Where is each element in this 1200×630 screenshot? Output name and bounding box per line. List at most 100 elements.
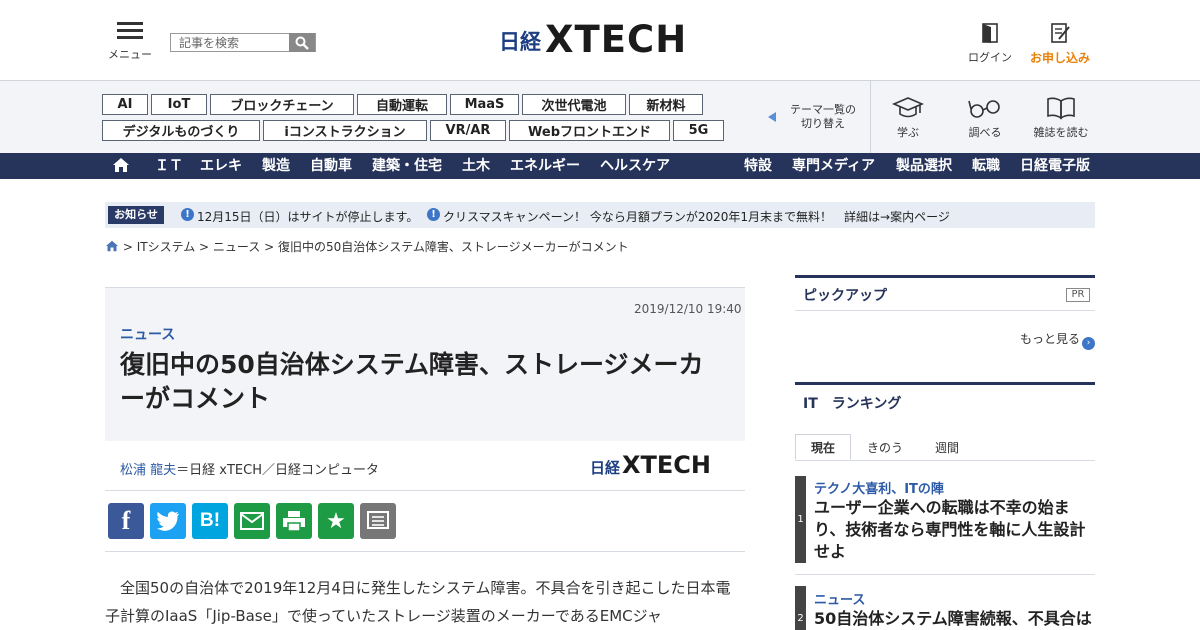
nav-energy[interactable]: エネルギー (510, 153, 580, 179)
magazine-button[interactable]: 雑誌を読む (1026, 96, 1096, 140)
article-category[interactable]: ニュース (120, 324, 175, 344)
research-button[interactable]: 調べる (950, 96, 1020, 140)
theme-tag-iot[interactable]: IoT (151, 94, 207, 115)
home-icon[interactable] (105, 240, 119, 252)
memo-icon (367, 511, 389, 529)
share-twitter-button[interactable] (150, 503, 186, 539)
theme-divider (870, 81, 871, 153)
theme-switch-line1: テーマ一覧の (790, 103, 856, 116)
theme-tag-vrar[interactable]: VR/AR (430, 120, 506, 141)
glasses-icon (968, 100, 1000, 118)
pickup-title: ピックアップ (803, 288, 887, 304)
share-divider (105, 551, 745, 552)
author-affiliation: ＝日経 xTECH／日経コンピュータ (176, 463, 379, 478)
theme-tag-maas[interactable]: MaaS (450, 94, 519, 115)
info-icon: ! (427, 208, 440, 221)
nav-home[interactable] (112, 153, 130, 179)
magazine-label: 雑誌を読む (1033, 126, 1089, 139)
nav-civil[interactable]: 土木 (462, 153, 490, 179)
ranking-category[interactable]: ニュース (814, 589, 865, 608)
more-link[interactable]: もっと見る › (1020, 330, 1096, 350)
facebook-icon: f (121, 506, 131, 535)
breadcrumb: > ITシステム > ニュース > 復旧中の50自治体システム障害、ストレージメ… (105, 238, 629, 255)
mail-icon (240, 512, 264, 530)
menu-button[interactable]: メニュー (108, 22, 152, 62)
nav-media[interactable]: 専門メディア (792, 153, 875, 179)
nav-special[interactable]: 特設 (744, 153, 772, 179)
ranking-title-link[interactable]: ユーザー企業への転職は不幸の始まり、技術者なら専門性を軸に人生設計せよ (814, 497, 1092, 563)
signup-button[interactable]: お申し込み (1028, 22, 1092, 66)
theme-tag-blockchain[interactable]: ブロックチェーン (210, 94, 354, 115)
article-title: 復旧中の50自治体システム障害、ストレージメーカーがコメント (120, 350, 704, 413)
article-date: 2019/12/10 19:40 (634, 302, 742, 316)
search-box (170, 33, 316, 52)
printer-icon (283, 511, 305, 532)
ranking-divider (795, 574, 1095, 575)
ranking-title: IT ランキング (803, 396, 902, 412)
ranking-category[interactable]: テクノ大喜利、ITの陣 (814, 478, 944, 497)
share-facebook-button[interactable]: f (108, 503, 144, 539)
form-edit-icon (1051, 23, 1070, 43)
learn-button[interactable]: 学ぶ (873, 96, 943, 140)
theme-tag-5g[interactable]: 5G (673, 120, 724, 141)
theme-tag-ai[interactable]: AI (102, 94, 148, 115)
theme-switch-button[interactable]: テーマ一覧の 切り替え (768, 103, 868, 131)
author-line: 松浦 龍夫＝日経 xTECH／日経コンピュータ (120, 459, 379, 478)
login-label: ログイン (968, 51, 1012, 64)
theme-tag-autonomous[interactable]: 自動運転 (357, 94, 447, 115)
chevron-right-icon: › (1082, 337, 1096, 350)
nav-nikkei-digital[interactable]: 日経電子版 (1020, 153, 1090, 179)
share-memo-button[interactable] (360, 503, 396, 539)
tab-now[interactable]: 現在 (795, 434, 851, 460)
hamburger-icon (117, 22, 143, 40)
ranking-number: 2 (795, 586, 806, 630)
nav-electronics[interactable]: エレキ (200, 153, 242, 179)
notice-item-2[interactable]: クリスマスキャンペーン！ 今なら月額プランが2020年1月末まで無料！ 詳細は→… (443, 208, 950, 225)
logo-nikkei: 日経 (590, 459, 621, 477)
nav-healthcare[interactable]: ヘルスケア (600, 153, 670, 179)
theme-tag-webfront[interactable]: Webフロントエンド (509, 120, 670, 141)
menu-label: メニュー (108, 48, 152, 61)
search-icon (295, 36, 309, 50)
theme-tag-battery[interactable]: 次世代電池 (522, 94, 626, 115)
ranking-number: 1 (795, 476, 806, 563)
twitter-bird-icon (156, 511, 179, 531)
search-input[interactable] (171, 34, 291, 51)
nav-it[interactable]: ＩＴ (155, 153, 183, 179)
nav-jobs[interactable]: 転職 (972, 153, 1000, 179)
pickup-divider (795, 310, 1095, 311)
logo-nikkei: 日経 (499, 30, 541, 54)
home-icon (113, 158, 129, 172)
nav-products[interactable]: 製品選択 (896, 153, 952, 179)
share-hatena-button[interactable]: B! (192, 503, 228, 539)
notice-item-1[interactable]: 12月15日（日）はサイトが停止します。 (197, 208, 418, 225)
breadcrumb-path[interactable]: > ITシステム > ニュース > 復旧中の50自治体システム障害、ストレージメ… (123, 240, 629, 254)
theme-tag-materials[interactable]: 新材料 (629, 94, 703, 115)
tab-yesterday[interactable]: きのう (856, 434, 914, 460)
login-button[interactable]: ログイン (968, 22, 1012, 65)
share-print-button[interactable] (276, 503, 312, 539)
share-clip-button[interactable]: ★ (318, 503, 354, 539)
more-link-label: もっと見る (1020, 332, 1081, 346)
star-icon: ★ (326, 508, 346, 534)
ranking-title-link[interactable]: 50自治体システム障害続報、不具合は (814, 608, 1092, 630)
share-mail-button[interactable] (234, 503, 270, 539)
tab-weekly[interactable]: 週間 (918, 434, 976, 460)
logo-xtech: XTECH (622, 451, 711, 479)
info-icon: ! (181, 208, 194, 221)
nav-architecture[interactable]: 建築・住宅 (372, 153, 442, 179)
research-label: 調べる (968, 126, 1002, 139)
author-name[interactable]: 松浦 龍夫 (120, 463, 176, 478)
learn-label: 学ぶ (897, 126, 919, 139)
graduation-cap-icon (892, 97, 924, 118)
hatena-bookmark-icon: B! (199, 510, 221, 531)
nav-manufacturing[interactable]: 製造 (262, 153, 290, 179)
signup-label: お申し込み (1029, 51, 1090, 65)
theme-tag-iconstruction[interactable]: iコンストラクション (263, 120, 427, 141)
search-button[interactable] (289, 33, 315, 52)
nav-automotive[interactable]: 自動車 (310, 153, 352, 179)
ranking-tab-divider (795, 460, 1095, 461)
theme-tag-digital-mfg[interactable]: デジタルものづくり (102, 120, 260, 141)
logo-xtech: XTECH (545, 18, 688, 61)
theme-switch-line2: 切り替え (801, 117, 845, 130)
